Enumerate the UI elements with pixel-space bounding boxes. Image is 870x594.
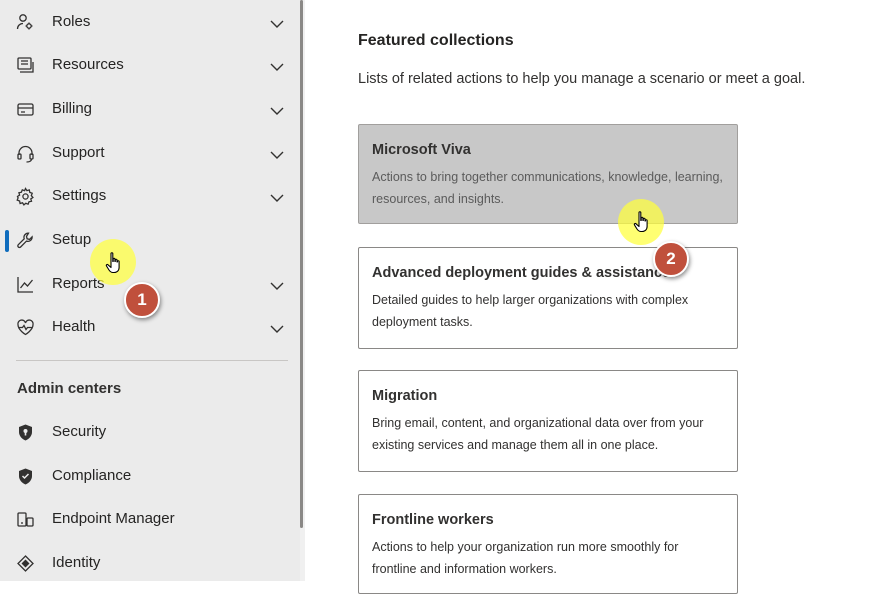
sidebar-item-label: Roles xyxy=(52,13,91,30)
sidebar-scrollbar-thumb[interactable] xyxy=(300,0,303,528)
card-description: Actions to help your organization run mo… xyxy=(372,540,679,576)
sidebar-item-label: Settings xyxy=(52,187,107,204)
line-chart-icon xyxy=(16,275,35,294)
endpoint-manager-icon xyxy=(16,510,35,529)
sidebar-item-identity[interactable]: Identity xyxy=(0,543,300,583)
sidebar-item-label: Compliance xyxy=(52,467,132,484)
chevron-down-icon[interactable] xyxy=(270,147,284,159)
sidebar-divider xyxy=(16,360,288,361)
card-description: Actions to bring together communications… xyxy=(372,170,723,206)
sidebar-item-roles[interactable]: Roles xyxy=(0,2,300,42)
hand-cursor-icon xyxy=(104,251,126,275)
gear-icon xyxy=(16,187,35,206)
chevron-down-icon[interactable] xyxy=(270,278,284,290)
chevron-down-icon[interactable] xyxy=(270,190,284,202)
chevron-down-icon[interactable] xyxy=(270,321,284,333)
roles-icon xyxy=(16,13,35,32)
sidebar-item-label: Health xyxy=(52,318,96,335)
sidebar-item-resources[interactable]: Resources xyxy=(0,45,300,85)
sidebar-item-settings[interactable]: Settings xyxy=(0,176,300,216)
sidebar-item-compliance[interactable]: Compliance xyxy=(0,456,300,496)
card-title: Microsoft Viva xyxy=(372,142,471,158)
hand-cursor-icon xyxy=(632,210,654,234)
step-badge-1: 1 xyxy=(124,282,160,318)
sidebar-item-label: Setup xyxy=(52,231,92,248)
sidebar-item-security[interactable]: Security xyxy=(0,412,300,452)
chevron-down-icon[interactable] xyxy=(270,103,284,115)
sidebar-item-endpoint-manager[interactable]: Endpoint Manager xyxy=(0,499,300,539)
sidebar-item-label: Identity xyxy=(52,554,101,571)
shield-icon xyxy=(16,467,35,486)
card-title: Migration xyxy=(372,388,438,404)
billing-icon xyxy=(16,100,35,119)
step-badge-2: 2 xyxy=(653,241,689,277)
chevron-down-icon[interactable] xyxy=(270,16,284,28)
chevron-down-icon[interactable] xyxy=(270,59,284,71)
card-description: Bring email, content, and organizational… xyxy=(372,416,704,452)
collection-card-frontline-workers[interactable]: Frontline workers Actions to help your o… xyxy=(358,494,738,594)
identity-icon xyxy=(16,554,35,573)
sidebar-item-support[interactable]: Support xyxy=(0,133,300,173)
sidebar-item-setup[interactable]: Setup xyxy=(0,220,300,260)
wrench-icon xyxy=(16,231,35,250)
shield-icon xyxy=(16,423,35,442)
page-subtitle: Lists of related actions to help you man… xyxy=(358,71,806,87)
page-title: Featured collections xyxy=(358,32,514,49)
headset-icon xyxy=(16,144,35,163)
sidebar-item-label: Security xyxy=(52,423,107,440)
card-description: Detailed guides to help larger organizat… xyxy=(372,293,689,329)
card-title: Frontline workers xyxy=(372,512,494,528)
collection-card-microsoft-viva[interactable]: Microsoft Viva Actions to bring together… xyxy=(358,124,738,224)
sidebar-item-label: Resources xyxy=(52,56,124,73)
admin-centers-heading: Admin centers xyxy=(17,380,122,397)
sidebar-item-label: Billing xyxy=(52,100,93,117)
sidebar-item-billing[interactable]: Billing xyxy=(0,89,300,129)
sidebar-item-label: Endpoint Manager xyxy=(52,510,175,527)
sidebar-item-label: Support xyxy=(52,144,105,161)
resources-icon xyxy=(16,56,35,75)
collection-card-migration[interactable]: Migration Bring email, content, and orga… xyxy=(358,370,738,472)
card-title: Advanced deployment guides & assistance xyxy=(372,265,671,281)
heart-pulse-icon xyxy=(16,318,35,337)
